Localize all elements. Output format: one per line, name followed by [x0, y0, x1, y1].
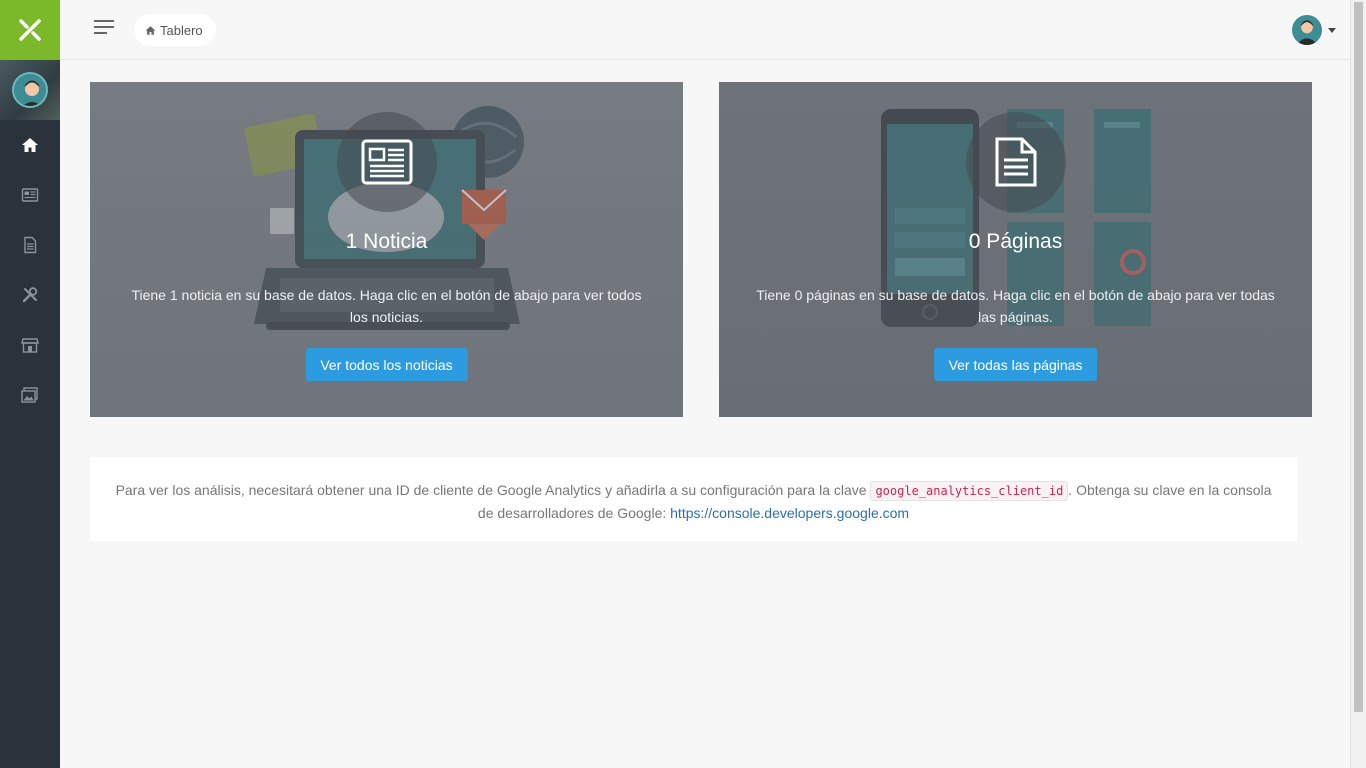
topbar: Tablero: [60, 0, 1350, 60]
avatar: [12, 72, 48, 108]
view-all-news-button[interactable]: Ver todos los noticias: [305, 348, 468, 381]
page-scrollbar[interactable]: [1350, 0, 1366, 768]
sidebar-item-store[interactable]: [0, 320, 60, 370]
app-logo[interactable]: [0, 0, 60, 60]
analytics-notice: Para ver los análisis, necesitará obtene…: [90, 457, 1297, 541]
breadcrumb-label: Tablero: [160, 22, 203, 38]
avatar: [1292, 15, 1322, 45]
menu-toggle-icon[interactable]: [94, 20, 116, 38]
sidebar-item-news[interactable]: [0, 170, 60, 220]
analytics-config-key: google_analytics_client_id: [870, 481, 1069, 501]
file-icon: [995, 137, 1036, 187]
sidebar-item-tools[interactable]: [0, 270, 60, 320]
newspaper-icon: [361, 139, 412, 185]
user-menu[interactable]: [1292, 15, 1336, 45]
pages-card: 0 Páginas Tiene 0 páginas en su base de …: [719, 82, 1312, 417]
news-description: Tiene 1 noticia en su base de datos. Hag…: [131, 287, 642, 325]
pages-description: Tiene 0 páginas en su base de datos. Hag…: [756, 287, 1275, 325]
images-icon: [21, 387, 38, 403]
pages-icon-circle: [965, 112, 1066, 212]
news-count-title: 1 Noticia: [345, 230, 428, 253]
sidebar-item-media[interactable]: [0, 370, 60, 420]
sidebar-item-pages[interactable]: [0, 220, 60, 270]
home-icon: [22, 138, 38, 152]
scrollbar-thumb[interactable]: [1354, 2, 1363, 712]
sidebar-item-dashboard[interactable]: [0, 120, 60, 170]
sidebar: [0, 0, 60, 768]
breadcrumb[interactable]: Tablero: [134, 14, 216, 46]
tools-icon: [22, 287, 38, 303]
home-icon: [145, 25, 156, 35]
google-console-link[interactable]: https://console.developers.google.com: [670, 505, 909, 521]
newspaper-icon: [21, 188, 39, 202]
store-icon: [21, 338, 39, 353]
chevron-down-icon: [1328, 27, 1336, 33]
sidebar-user-avatar[interactable]: [0, 60, 60, 120]
view-all-pages-button[interactable]: Ver todas las páginas: [933, 348, 1098, 381]
news-card: 1 Noticia Tiene 1 noticia en su base de …: [90, 82, 683, 417]
logo-icon: [19, 19, 41, 41]
analytics-text-before: Para ver los análisis, necesitará obtene…: [115, 482, 871, 498]
file-icon: [24, 236, 37, 254]
pages-count-title: 0 Páginas: [968, 230, 1063, 253]
news-icon-circle: [336, 112, 437, 212]
